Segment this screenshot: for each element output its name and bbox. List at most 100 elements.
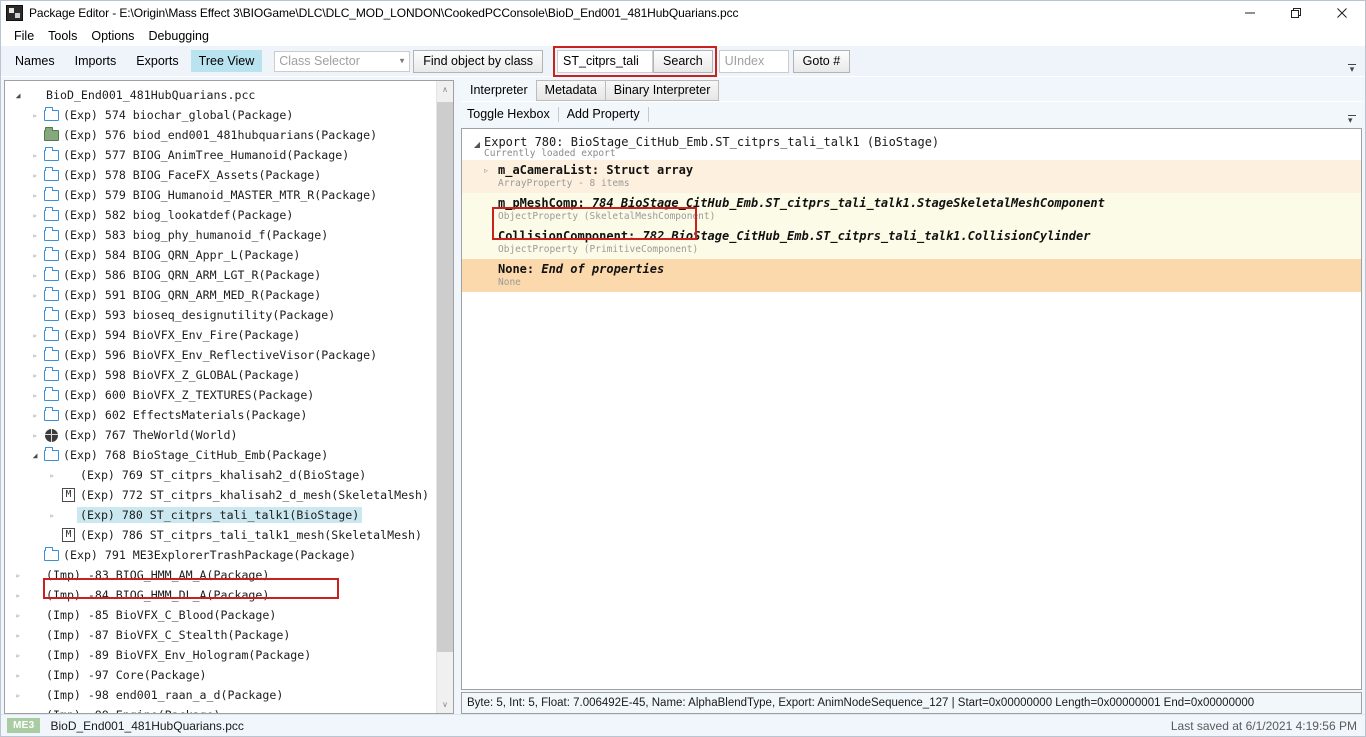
search-button[interactable]: Search xyxy=(653,49,713,73)
tab-metadata[interactable]: Metadata xyxy=(535,80,606,101)
tree-item[interactable]: M (Exp) 772 ST_citprs_khalisah2_d_mesh(Sk… xyxy=(5,485,436,505)
tree-vertical-scrollbar[interactable]: ∧ ∨ xyxy=(436,81,453,713)
tree-item[interactable]: ▹ (Imp) -99 Engine(Package) xyxy=(5,705,436,713)
tree-item[interactable]: ▹ (Exp) 769 ST_citprs_khalisah2_d(BioStag… xyxy=(5,465,436,485)
minimize-button[interactable] xyxy=(1227,1,1273,25)
expander-closed-icon[interactable]: ▹ xyxy=(28,231,42,240)
scroll-down-icon[interactable]: ∨ xyxy=(437,696,454,713)
expander-closed-icon[interactable]: ▹ xyxy=(28,111,42,120)
tree-item[interactable]: ▹ (Imp) -98 end001_raan_a_d(Package) xyxy=(5,685,436,705)
expander-closed-icon[interactable]: ▹ xyxy=(28,251,42,260)
tree-item[interactable]: ▹ (Exp) 583 biog_phy_humanoid_f(Package) xyxy=(5,225,436,245)
expander-closed-icon[interactable]: ▹ xyxy=(28,151,42,160)
tree-item[interactable]: ▹ (Exp) 598 BioVFX_Z_GLOBAL(Package) xyxy=(5,365,436,385)
tree-item[interactable]: ▹ (Exp) 767 TheWorld(World) xyxy=(5,425,436,445)
tree-item[interactable]: ▹ (Imp) -87 BioVFX_C_Stealth(Package) xyxy=(5,625,436,645)
tree-item[interactable]: (Exp) 791 ME3ExplorerTrashPackage(Packag… xyxy=(5,545,436,565)
expander-closed-icon[interactable]: ▹ xyxy=(28,371,42,380)
expander-closed-icon[interactable]: ▹ xyxy=(11,691,25,700)
tree-item[interactable]: ▹ (Imp) -83 BIOG_HMM_AM_A(Package) xyxy=(5,565,436,585)
subtoolbar-overflow-icon[interactable]: ▾ xyxy=(1348,115,1356,125)
tab-imports[interactable]: Imports xyxy=(67,50,125,72)
expander-closed-icon[interactable]: ▹ xyxy=(28,211,42,220)
expander-closed-icon[interactable]: ▹ xyxy=(11,711,25,714)
search-input[interactable]: ST_citprs_tali xyxy=(557,49,654,73)
goto-button[interactable]: Goto # xyxy=(792,49,851,73)
expander-closed-icon[interactable]: ▹ xyxy=(28,331,42,340)
expander-open-icon[interactable]: ◢ xyxy=(28,451,42,460)
tree-item[interactable]: ▹ (Imp) -85 BioVFX_C_Blood(Package) xyxy=(5,605,436,625)
tab-names[interactable]: Names xyxy=(7,50,63,72)
tree-item[interactable]: ▹ (Imp) -84 BIOG_HMM_DL_A(Package) xyxy=(5,585,436,605)
expander-closed-icon[interactable]: ▹ xyxy=(28,271,42,280)
tree-item[interactable]: ▹ (Exp) 584 BIOG_QRN_Appr_L(Package) xyxy=(5,245,436,265)
tree-item[interactable]: ▹ (Exp) 594 BioVFX_Env_Fire(Package) xyxy=(5,325,436,345)
property-value: Struct array xyxy=(606,163,694,177)
scrollbar-track[interactable] xyxy=(436,98,453,696)
tree-item[interactable]: ▹ (Exp) 602 EffectsMaterials(Package) xyxy=(5,405,436,425)
export-header-row[interactable]: ◢ Export 780: BioStage_CitHub_Emb.ST_cit… xyxy=(462,129,1361,159)
expander-closed-icon[interactable]: ▹ xyxy=(11,611,25,620)
close-button[interactable] xyxy=(1319,1,1365,25)
menu-tools[interactable]: Tools xyxy=(41,28,84,44)
tree-item[interactable]: M (Exp) 786 ST_citprs_tali_talk1_mesh(Ske… xyxy=(5,525,436,545)
property-row[interactable]: m_pMeshComp: 784 BioStage_CitHub_Emb.ST_… xyxy=(462,193,1361,226)
tree-item[interactable]: ▹ (Exp) 578 BIOG_FaceFX_Assets(Package) xyxy=(5,165,436,185)
add-property-button[interactable]: Add Property xyxy=(561,105,646,123)
expander-closed-icon[interactable]: ▹ xyxy=(11,671,25,680)
expander-closed-icon[interactable]: ▹ xyxy=(45,511,59,520)
tree-item[interactable]: ▹ (Exp) 600 BioVFX_Z_TEXTURES(Package) xyxy=(5,385,436,405)
toolbar-overflow-icon[interactable]: ▾ xyxy=(1345,64,1359,74)
expander-open-icon[interactable]: ◢ xyxy=(11,91,25,100)
property-row[interactable]: ▹ m_aCameraList: Struct array ArrayPropert… xyxy=(462,160,1361,193)
expander-closed-icon[interactable]: ▹ xyxy=(28,431,42,440)
menu-file[interactable]: File xyxy=(7,28,41,44)
expander-closed-icon[interactable]: ▹ xyxy=(45,471,59,480)
expander-closed-icon[interactable]: ▹ xyxy=(28,411,42,420)
property-tree-panel[interactable]: ◢ Export 780: BioStage_CitHub_Emb.ST_cit… xyxy=(461,128,1362,690)
expander-closed-icon[interactable]: ▹ xyxy=(11,651,25,660)
expander-closed-icon[interactable]: ▹ xyxy=(28,191,42,200)
expander-closed-icon[interactable]: ▹ xyxy=(11,591,25,600)
tree-item[interactable]: ▹ (Imp) -89 BioVFX_Env_Hologram(Package) xyxy=(5,645,436,665)
tab-interpreter[interactable]: Interpreter xyxy=(461,80,537,101)
tree-item[interactable]: ▹ (Exp) 582 biog_lookatdef(Package) xyxy=(5,205,436,225)
expander-closed-icon[interactable]: ▹ xyxy=(28,171,42,180)
expander-closed-icon[interactable]: ▹ xyxy=(28,351,42,360)
property-row[interactable]: None: End of properties None xyxy=(462,259,1361,292)
uindex-input[interactable]: UIndex xyxy=(718,49,789,73)
expander-closed-icon[interactable]: ▹ xyxy=(28,291,42,300)
expander-closed-icon[interactable]: ▹ xyxy=(11,571,25,580)
scrollbar-thumb[interactable] xyxy=(436,102,453,653)
tree-item[interactable]: ◢ (Exp) 768 BioStage_CitHub_Emb(Package) xyxy=(5,445,436,465)
tree-item[interactable]: (Exp) 576 biod_end001_481hubquarians(Pac… xyxy=(5,125,436,145)
tree-item[interactable]: ▹ (Exp) 577 BIOG_AnimTree_Humanoid(Packag… xyxy=(5,145,436,165)
package-tree[interactable]: ◢ BioD_End001_481HubQuarians.pcc ▹ (Exp) … xyxy=(5,81,436,713)
tree-item[interactable]: ▹ (Imp) -97 Core(Package) xyxy=(5,665,436,685)
tree-item-selected[interactable]: ▹ (Exp) 780 ST_citprs_tali_talk1(BioStage… xyxy=(5,505,436,525)
tree-item[interactable]: ▹ (Exp) 574 biochar_global(Package) xyxy=(5,105,436,125)
tree-item[interactable]: ▹ (Exp) 586 BIOG_QRN_ARM_LGT_R(Package) xyxy=(5,265,436,285)
expander-closed-icon[interactable]: ▹ xyxy=(11,631,25,640)
tree-item[interactable]: ▹ (Exp) 596 BioVFX_Env_ReflectiveVisor(Pa… xyxy=(5,345,436,365)
menu-debugging[interactable]: Debugging xyxy=(141,28,215,44)
property-row[interactable]: CollisionComponent: 782 BioStage_CitHub_… xyxy=(462,226,1361,259)
tab-binary-interpreter[interactable]: Binary Interpreter xyxy=(604,80,720,101)
tab-tree-view[interactable]: Tree View xyxy=(190,50,263,72)
tree-item[interactable]: (Exp) 593 bioseq_designutility(Package) xyxy=(5,305,436,325)
class-selector-dropdown[interactable]: Class Selector ▾ xyxy=(274,50,411,72)
expander-closed-icon[interactable]: ▹ xyxy=(28,391,42,400)
maximize-button[interactable] xyxy=(1273,1,1319,25)
property-expander-icon[interactable]: ▹ xyxy=(484,166,488,175)
find-object-by-class-button[interactable]: Find object by class xyxy=(413,49,544,73)
tree-item-label: (Exp) 576 biod_end001_481hubquarians(Pac… xyxy=(63,128,378,142)
menu-options[interactable]: Options xyxy=(84,28,141,44)
toggle-hexbox-button[interactable]: Toggle Hexbox xyxy=(461,105,556,123)
tree-item[interactable]: ▹ (Exp) 591 BIOG_QRN_ARM_MED_R(Package) xyxy=(5,285,436,305)
tree-root-item[interactable]: ◢ BioD_End001_481HubQuarians.pcc xyxy=(5,85,436,105)
export-expander-icon[interactable]: ◢ xyxy=(470,135,484,149)
tree-item[interactable]: ▹ (Exp) 579 BIOG_Humanoid_MASTER_MTR_R(Pa… xyxy=(5,185,436,205)
game-badge: ME3 xyxy=(7,718,41,733)
tab-exports[interactable]: Exports xyxy=(128,50,186,72)
scroll-up-icon[interactable]: ∧ xyxy=(437,81,454,98)
